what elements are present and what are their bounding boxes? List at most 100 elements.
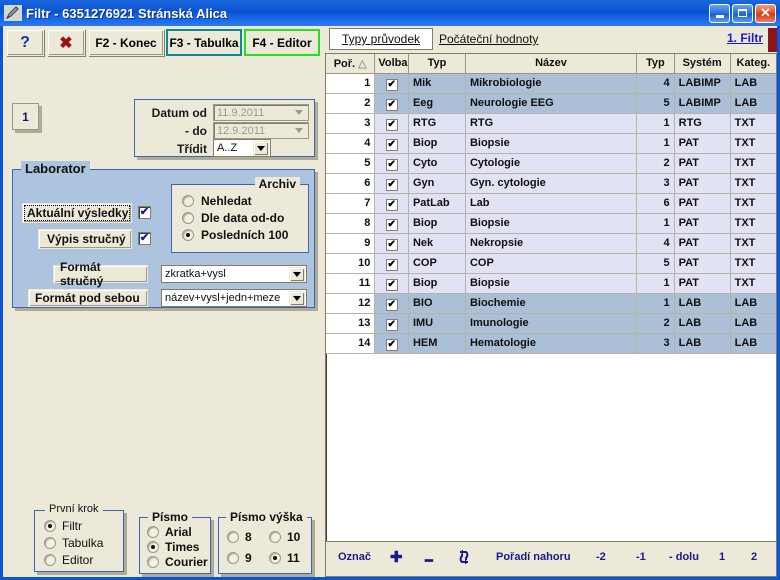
refresh-swap-icon[interactable] — [456, 549, 472, 568]
aktualni-vysledky-checkbox[interactable]: ✔ — [138, 206, 151, 219]
pismo-radio-arial[interactable] — [147, 526, 159, 538]
archiv-radio-dle-data[interactable] — [182, 212, 194, 224]
add-button[interactable]: ✚ — [390, 548, 403, 566]
vypis-strucny-button[interactable]: Výpis stručný — [38, 229, 132, 249]
typy-pruvodek-table-container[interactable]: Poř. △ Volba Typ Název Typ Systém Kateg.… — [325, 53, 777, 565]
pismo-radio-times[interactable] — [147, 541, 159, 553]
close-button[interactable]: ✕ — [755, 3, 776, 23]
cell-nazev: Imunologie — [465, 313, 637, 334]
move-plus-2-button[interactable]: 2 — [751, 551, 757, 563]
column-header-kateg[interactable]: Kateg. — [730, 54, 776, 74]
table-row[interactable]: 7 ✔ PatLab Lab 6 PAT TXT — [326, 193, 776, 214]
cell-volba[interactable]: ✔ — [374, 293, 409, 314]
datum-od-dropdown[interactable]: 11.9.2011 — [213, 104, 309, 121]
row-checkbox[interactable]: ✔ — [385, 218, 398, 231]
radio-dot-icon — [48, 524, 52, 528]
row-checkbox[interactable]: ✔ — [385, 138, 398, 151]
archiv-radio-poslednich-100[interactable] — [182, 229, 194, 241]
f2-konec-button[interactable]: F2 - Konec — [88, 29, 164, 56]
column-header-system[interactable]: Systém — [674, 54, 731, 74]
row-checkbox[interactable]: ✔ — [385, 278, 398, 291]
pismo-vyska-radio-10[interactable] — [269, 531, 281, 543]
format-strucny-button[interactable]: Formát stručný — [53, 260, 148, 288]
tab-typy-pruvodek[interactable]: Typy průvodek — [329, 28, 433, 50]
table-row[interactable]: 9 ✔ Nek Nekropsie 4 PAT TXT — [326, 233, 776, 254]
table-row[interactable]: 4 ✔ Biop Biopsie 1 PAT TXT — [326, 133, 776, 154]
column-header-por[interactable]: Poř. △ — [326, 54, 376, 74]
oznac-button[interactable]: Označ — [338, 551, 371, 563]
format-pod-sebou-button[interactable]: Formát pod sebou — [28, 289, 148, 307]
table-row[interactable]: 12 ✔ BIO Biochemie 1 LAB LAB — [326, 293, 776, 314]
row-checkbox[interactable]: ✔ — [385, 118, 398, 131]
cell-volba[interactable]: ✔ — [374, 153, 409, 174]
table-row[interactable]: 11 ✔ Biop Biopsie 1 PAT TXT — [326, 273, 776, 294]
pismo-vyska-radio-8[interactable] — [227, 531, 239, 543]
cell-volba[interactable]: ✔ — [374, 133, 409, 154]
checkmark-icon: ✔ — [387, 158, 396, 170]
remove-button[interactable]: ━ — [425, 553, 433, 569]
archiv-radio-nehledat[interactable] — [182, 195, 194, 207]
maximize-button[interactable] — [732, 3, 753, 23]
tab-pocatecni-hodnoty[interactable]: Počáteční hodnoty — [439, 28, 579, 50]
cell-volba[interactable]: ✔ — [374, 333, 409, 354]
row-checkbox[interactable]: ✔ — [385, 98, 398, 111]
row-checkbox[interactable]: ✔ — [385, 238, 398, 251]
table-row[interactable]: 13 ✔ IMU Imunologie 2 LAB LAB — [326, 313, 776, 334]
table-row[interactable]: 1 ✔ Mik Mikrobiologie 4 LABIMP LAB — [326, 73, 776, 94]
table-row[interactable]: 8 ✔ Biop Biopsie 1 PAT TXT — [326, 213, 776, 234]
row-checkbox[interactable]: ✔ — [385, 178, 398, 191]
cell-volba[interactable]: ✔ — [374, 93, 409, 114]
cell-typ2: 1 — [636, 273, 675, 294]
minimize-button[interactable] — [709, 3, 730, 23]
tridit-dropdown[interactable]: A..Z — [213, 139, 271, 157]
pismo-vyska-radio-9[interactable] — [227, 552, 239, 564]
pismo-radio-courier[interactable] — [147, 556, 159, 568]
cell-volba[interactable]: ✔ — [374, 313, 409, 334]
column-header-typ2[interactable]: Typ — [636, 54, 675, 74]
pismo-vyska-radio-11[interactable] — [269, 552, 281, 564]
help-button[interactable]: ? — [6, 29, 44, 56]
poradi-dolu-button[interactable]: - dolu — [669, 551, 699, 563]
cell-volba[interactable]: ✔ — [374, 73, 409, 94]
prvni-krok-radio-filtr[interactable] — [44, 520, 56, 532]
column-header-nazev[interactable]: Název — [465, 54, 637, 74]
row-checkbox[interactable]: ✔ — [385, 318, 398, 331]
table-row[interactable]: 6 ✔ Gyn Gyn. cytologie 3 PAT TXT — [326, 173, 776, 194]
cell-volba[interactable]: ✔ — [374, 193, 409, 214]
cell-volba[interactable]: ✔ — [374, 173, 409, 194]
row-checkbox[interactable]: ✔ — [385, 198, 398, 211]
filtr-link[interactable]: 1. Filtr — [727, 31, 763, 45]
row-checkbox[interactable]: ✔ — [385, 298, 398, 311]
cell-volba[interactable]: ✔ — [374, 213, 409, 234]
format-pod-sebou-dropdown[interactable]: název+vysl+jedn+meze — [161, 289, 307, 307]
poradi-nahoru-button[interactable]: Pořadí nahoru — [496, 551, 571, 563]
cell-volba[interactable]: ✔ — [374, 273, 409, 294]
datum-do-dropdown[interactable]: 12.9.2011 — [213, 122, 309, 139]
move-minus-2-button[interactable]: -2 — [596, 551, 606, 563]
table-row[interactable]: 14 ✔ HEM Hematologie 3 LAB LAB — [326, 333, 776, 354]
table-row[interactable]: 5 ✔ Cyto Cytologie 2 PAT TXT — [326, 153, 776, 174]
cell-volba[interactable]: ✔ — [374, 233, 409, 254]
format-strucny-dropdown[interactable]: zkratka+vysl — [161, 265, 307, 283]
cell-volba[interactable]: ✔ — [374, 253, 409, 274]
f4-editor-button[interactable]: F4 - Editor — [244, 29, 320, 56]
prvni-krok-radio-editor[interactable] — [44, 554, 56, 566]
aktualni-vysledky-button[interactable]: Aktuální výsledky — [22, 203, 132, 223]
vypis-strucny-checkbox[interactable]: ✔ — [138, 232, 151, 245]
prvni-krok-radio-tabulka[interactable] — [44, 537, 56, 549]
row-checkbox[interactable]: ✔ — [385, 338, 398, 351]
cell-volba[interactable]: ✔ — [374, 113, 409, 134]
row-checkbox[interactable]: ✔ — [385, 158, 398, 171]
f3-tabulka-button[interactable]: F3 - Tabulka — [166, 29, 242, 56]
step-1-button[interactable]: 1 — [12, 103, 39, 130]
move-minus-1-button[interactable]: -1 — [636, 551, 646, 563]
table-row[interactable]: 3 ✔ RTG RTG 1 RTG TXT — [326, 113, 776, 134]
table-row[interactable]: 2 ✔ Eeg Neurologie EEG 5 LABIMP LAB — [326, 93, 776, 114]
move-plus-1-button[interactable]: 1 — [719, 551, 725, 563]
table-row[interactable]: 10 ✔ COP COP 5 PAT TXT — [326, 253, 776, 274]
row-checkbox[interactable]: ✔ — [385, 78, 398, 91]
column-header-typ[interactable]: Typ — [408, 54, 466, 74]
column-header-volba[interactable]: Volba — [374, 54, 409, 74]
close-x-button[interactable]: ✖ — [47, 29, 85, 56]
row-checkbox[interactable]: ✔ — [385, 258, 398, 271]
